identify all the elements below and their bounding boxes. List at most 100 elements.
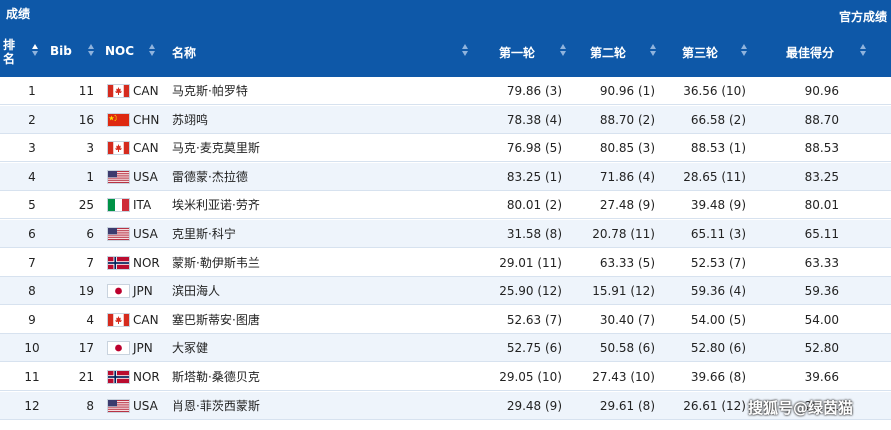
can-flag-icon	[107, 84, 130, 98]
noc-cell: USA	[133, 227, 158, 241]
best-score-cell: 59.36	[804, 284, 839, 299]
round1-score-cell: 83.25 (1)	[506, 169, 562, 184]
round1-score-cell: 29.01 (11)	[499, 255, 562, 270]
section-title: 成绩	[6, 7, 31, 21]
sort-rank-icon[interactable]	[32, 44, 39, 58]
round3-score-cell: 88.53 (1)	[690, 141, 746, 156]
round3-score-cell: 39.48 (9)	[690, 198, 746, 213]
noc-cell: NOR	[133, 255, 160, 270]
rank-cell: 1	[28, 84, 36, 98]
round2-score-cell: 15.91 (12)	[592, 284, 655, 299]
athlete-name-link[interactable]: 大冢健	[172, 341, 208, 355]
bib-cell: 17	[78, 341, 94, 356]
athlete-name-link[interactable]: 滨田海人	[172, 284, 220, 298]
round2-score-cell: 27.43 (10)	[592, 370, 655, 384]
table-row[interactable]: 2 16 CHN 苏翊鸣 78.38 (4) 88.70 (2) 66.58 (2) 88.7…	[0, 105, 891, 134]
round2-score-cell: 71.86 (4)	[599, 169, 655, 184]
round2-score-cell: 27.48 (9)	[599, 198, 655, 213]
athlete-name-link[interactable]: 雷德蒙·杰拉德	[172, 170, 248, 184]
best-score-cell: 88.70	[804, 112, 839, 127]
bib-cell: 1	[86, 169, 94, 184]
round2-score-cell: 80.85 (3)	[599, 141, 655, 156]
results-panel: 成绩 官方成绩 排 名 Bib NOC 名称 第一轮 第二轮 第三轮 最佳得分 …	[0, 0, 891, 430]
round2-score-cell: 63.33 (5)	[599, 255, 655, 270]
noc-cell: JPN	[133, 341, 153, 356]
athlete-name-link[interactable]: 克里斯·科宁	[172, 227, 236, 241]
rank-cell: 8	[28, 284, 36, 299]
table-row[interactable]: 1 11 CAN 马克斯·帕罗特 79.86 (3) 90.96 (1) 36.56 (10…	[0, 77, 891, 105]
athlete-name-link[interactable]: 马克斯·帕罗特	[172, 84, 248, 98]
bib-cell: 7	[86, 255, 94, 270]
best-score-cell: 83.25	[804, 169, 839, 184]
col-header-name[interactable]: 名称	[172, 44, 196, 61]
best-score-cell: 63.33	[804, 255, 839, 270]
athlete-name-link[interactable]: 蒙斯·勒伊斯韦兰	[172, 256, 260, 270]
best-score-cell: 39.66	[804, 370, 839, 384]
athlete-name-link[interactable]: 斯塔勒·桑德贝克	[172, 370, 260, 384]
col-header-round3[interactable]: 第三轮	[682, 44, 718, 61]
round3-score-cell: 52.53 (7)	[690, 255, 746, 270]
usa-flag-icon	[107, 398, 130, 413]
sort-round2-icon[interactable]	[650, 44, 657, 58]
best-score-cell: 65.11	[804, 227, 839, 241]
athlete-name-link[interactable]: 埃米利亚诺·劳齐	[172, 198, 260, 212]
table-row[interactable]: 3 3 CAN 马克·麦克莫里斯 76.98 (5) 80.85 (3) 88.53 (1)…	[0, 134, 891, 163]
jpn-flag-icon	[107, 284, 130, 299]
sort-bib-icon[interactable]	[88, 44, 95, 58]
table-row[interactable]: 5 25 ITA 埃米利亚诺·劳齐 80.01 (2) 27.48 (9) 39.48 (9…	[0, 191, 891, 220]
usa-flag-icon	[107, 227, 130, 241]
nor-flag-icon	[107, 370, 130, 384]
round1-score-cell: 52.63 (7)	[506, 312, 562, 327]
table-row[interactable]: 7 7 NOR 蒙斯·勒伊斯韦兰 29.01 (11) 63.33 (5) 52.53 (7…	[0, 249, 891, 277]
table-row[interactable]: 9 4 CAN 塞巴斯蒂安·图唐 52.63 (7) 30.40 (7) 54.00 (5)…	[0, 306, 891, 334]
round2-score-cell: 88.70 (2)	[599, 112, 655, 127]
col-header-bib[interactable]: Bib	[50, 44, 72, 58]
sort-round1-icon[interactable]	[560, 44, 567, 58]
bib-cell: 25	[78, 198, 94, 213]
table-row[interactable]: 6 6 USA 克里斯·科宁 31.58 (8) 20.78 (11) 65.11 (3) 6…	[0, 220, 891, 248]
round1-score-cell: 31.58 (8)	[506, 227, 562, 241]
col-header-best[interactable]: 最佳得分	[786, 44, 834, 61]
can-flag-icon	[107, 141, 130, 156]
round2-score-cell: 30.40 (7)	[599, 312, 655, 327]
table-row[interactable]: 10 17 JPN 大冢健 52.75 (6) 50.58 (6) 52.80 (6) 52.…	[0, 334, 891, 363]
bib-cell: 4	[86, 312, 94, 327]
rank-cell: 10	[24, 341, 40, 356]
athlete-name-link[interactable]: 马克·麦克莫里斯	[172, 141, 260, 155]
table-row[interactable]: 4 1 USA 雷德蒙·杰拉德 83.25 (1) 71.86 (4) 28.65 (11)…	[0, 162, 891, 191]
athlete-name-link[interactable]: 苏翊鸣	[172, 113, 208, 127]
noc-cell: CAN	[133, 141, 159, 156]
nor-flag-icon	[107, 255, 130, 270]
sort-name-icon[interactable]	[462, 44, 469, 58]
round1-score-cell: 25.90 (12)	[499, 284, 562, 299]
sort-best-icon[interactable]	[860, 44, 867, 58]
round3-score-cell: 66.58 (2)	[690, 112, 746, 127]
round3-score-cell: 59.36 (4)	[690, 284, 746, 299]
bib-cell: 16	[78, 112, 94, 127]
results-header: 成绩 官方成绩 排 名 Bib NOC 名称 第一轮 第二轮 第三轮 最佳得分	[0, 0, 891, 77]
athlete-name-link[interactable]: 塞巴斯蒂安·图唐	[172, 313, 260, 327]
sort-round3-icon[interactable]	[741, 44, 748, 58]
athlete-name-link[interactable]: 肖恩·菲茨西蒙斯	[172, 399, 260, 413]
noc-cell: USA	[133, 398, 158, 413]
bib-cell: 6	[86, 227, 94, 241]
rank-cell: 12	[24, 398, 40, 413]
rank-cell: 6	[28, 227, 36, 241]
col-header-rank[interactable]: 排 名	[3, 38, 15, 66]
round2-score-cell: 90.96 (1)	[599, 84, 655, 98]
col-header-round2[interactable]: 第二轮	[590, 44, 626, 61]
col-header-noc[interactable]: NOC	[105, 44, 134, 58]
rank-cell: 11	[24, 370, 40, 384]
official-results-link[interactable]: 官方成绩	[839, 8, 887, 25]
chn-flag-icon	[107, 112, 130, 127]
noc-cell: USA	[133, 169, 158, 184]
round3-score-cell: 54.00 (5)	[690, 312, 746, 327]
can-flag-icon	[107, 312, 130, 327]
table-row[interactable]: 8 19 JPN 滨田海人 25.90 (12) 15.91 (12) 59.36 (4) 5…	[0, 277, 891, 306]
sort-noc-icon[interactable]	[149, 44, 156, 58]
col-header-round1[interactable]: 第一轮	[499, 44, 535, 61]
rank-cell: 3	[28, 141, 36, 156]
jpn-flag-icon	[107, 341, 130, 356]
table-row[interactable]: 11 21 NOR 斯塔勒·桑德贝克 29.05 (10) 27.43 (10) 39.66…	[0, 363, 891, 391]
rank-cell: 5	[28, 198, 36, 213]
